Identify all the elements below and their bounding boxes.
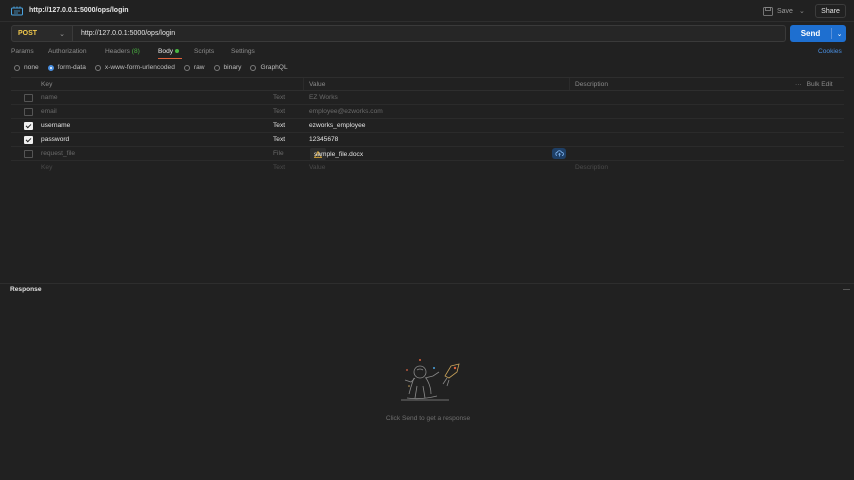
new-value-input[interactable]: Value [309, 164, 325, 171]
row-checkbox-checked[interactable] [24, 136, 33, 144]
send-divider [831, 28, 832, 39]
cloud-upload-icon [554, 150, 564, 157]
radio-label: none [24, 64, 39, 71]
radio-circle [213, 64, 220, 71]
table-actions: ··· Bulk Edit [795, 81, 833, 88]
send-button[interactable]: Send [790, 25, 831, 42]
tab-body[interactable]: Body [158, 48, 180, 55]
row-key[interactable]: request_file [41, 150, 75, 157]
row-checkbox[interactable] [24, 150, 33, 158]
table-row[interactable]: username Text ezworks_employee [11, 119, 844, 133]
row-key[interactable]: username [41, 122, 70, 129]
row-checkbox[interactable] [24, 94, 33, 102]
column-header-value: Value [309, 81, 326, 88]
radio-circle-selected [47, 64, 54, 71]
send-button-group: Send ⌄ [790, 25, 846, 42]
row-key[interactable]: password [41, 136, 69, 143]
http-request-icon [11, 6, 23, 16]
chevron-down-icon[interactable]: ⌄ [799, 7, 805, 15]
row-key[interactable]: name [41, 94, 58, 101]
new-key-input[interactable]: Key [41, 164, 52, 171]
radio-form-data[interactable]: form-data [47, 64, 86, 71]
row-value[interactable]: ezworks_employee [309, 122, 365, 129]
table-header: Key Value Description [11, 77, 844, 91]
tab-authorization[interactable]: Authorization [48, 48, 87, 55]
table-row[interactable]: request_file File sample_file.docx [11, 147, 844, 161]
bulk-edit-button[interactable]: Bulk Edit [807, 81, 833, 88]
response-panel-header [0, 283, 854, 297]
radio-graphql[interactable]: GraphQL [250, 64, 288, 71]
radio-circle [183, 64, 190, 71]
radio-circle [94, 64, 101, 71]
row-type-select[interactable]: Text [273, 94, 285, 101]
cookies-link[interactable]: Cookies [818, 48, 842, 55]
row-checkbox-checked[interactable] [24, 122, 33, 130]
headers-count-badge: (8) [131, 48, 140, 55]
url-input[interactable]: http://127.0.0.1:5000/ops/login [73, 25, 786, 42]
column-header-key: Key [41, 81, 53, 88]
table-row[interactable]: name Text EZ Works [11, 91, 844, 105]
radio-circle [14, 64, 20, 71]
save-button[interactable]: Save ⌄ [760, 4, 810, 18]
form-data-table: Key Value Description name Text EZ Works… [11, 77, 844, 175]
share-button[interactable]: Share [815, 4, 846, 18]
row-type-select[interactable]: Text [273, 136, 285, 143]
file-name: sample_file.docx [314, 151, 364, 158]
tab-headers-label: Headers [105, 48, 130, 55]
row-checkbox[interactable] [24, 108, 33, 116]
new-description-input[interactable]: Description [575, 164, 608, 171]
row-value[interactable]: employee@ezworks.com [309, 108, 383, 115]
row-type-select[interactable]: Text [273, 108, 285, 115]
collapse-response-button[interactable]: — [843, 286, 850, 293]
radio-x-www-form-urlencoded[interactable]: x-www-form-urlencoded [94, 64, 175, 71]
radio-binary[interactable]: binary [213, 64, 242, 71]
row-value[interactable]: 12345678 [309, 136, 338, 143]
radio-label: GraphQL [260, 64, 288, 71]
method-select[interactable]: POST ⌄ [11, 25, 73, 42]
tab-headers[interactable]: Headers (8) [105, 48, 140, 55]
tab-scripts[interactable]: Scripts [194, 48, 214, 55]
new-type-select[interactable]: Text [273, 164, 285, 171]
radio-label: x-www-form-urlencoded [104, 64, 175, 71]
file-chip[interactable]: sample_file.docx [310, 148, 363, 160]
table-row-placeholder[interactable]: Key Text Value Description [11, 161, 844, 175]
row-key[interactable]: email [41, 108, 57, 115]
radio-none[interactable]: none [14, 64, 39, 71]
save-icon [763, 6, 773, 16]
request-tab-title[interactable]: http://127.0.0.1:5000/ops/login [29, 7, 129, 14]
row-type-select[interactable]: File [273, 150, 284, 157]
table-row[interactable]: email Text employee@ezworks.com [11, 105, 844, 119]
astronaut-rocket-illustration [401, 359, 460, 401]
radio-circle [250, 64, 257, 71]
save-label: Save [777, 7, 793, 15]
tab-body-label: Body [158, 48, 174, 55]
row-value[interactable]: EZ Works [309, 94, 338, 101]
chevron-down-icon: ⌄ [59, 30, 65, 38]
body-active-dot [175, 49, 180, 54]
send-options-chevron-icon[interactable]: ⌄ [833, 25, 846, 42]
radio-label: binary [223, 64, 242, 71]
column-divider [303, 78, 304, 90]
tab-params[interactable]: Params [11, 48, 34, 55]
method-label: POST [18, 30, 38, 37]
upload-cloud-button[interactable] [552, 148, 566, 159]
body-type-radio-group: none form-data x-www-form-urlencoded raw… [14, 64, 288, 71]
radio-raw[interactable]: raw [183, 64, 205, 71]
radio-label: form-data [57, 64, 86, 71]
row-type-select[interactable]: Text [273, 122, 285, 129]
response-title: Response [10, 286, 42, 293]
tab-settings[interactable]: Settings [231, 48, 255, 55]
active-tab-underline [158, 58, 182, 59]
more-options-icon[interactable]: ··· [795, 81, 802, 88]
empty-response-message: Click Send to get a response [385, 415, 471, 422]
table-row[interactable]: password Text 12345678 [11, 133, 844, 147]
column-header-description: Description [575, 81, 608, 88]
radio-label: raw [193, 64, 205, 71]
column-divider [569, 78, 570, 90]
